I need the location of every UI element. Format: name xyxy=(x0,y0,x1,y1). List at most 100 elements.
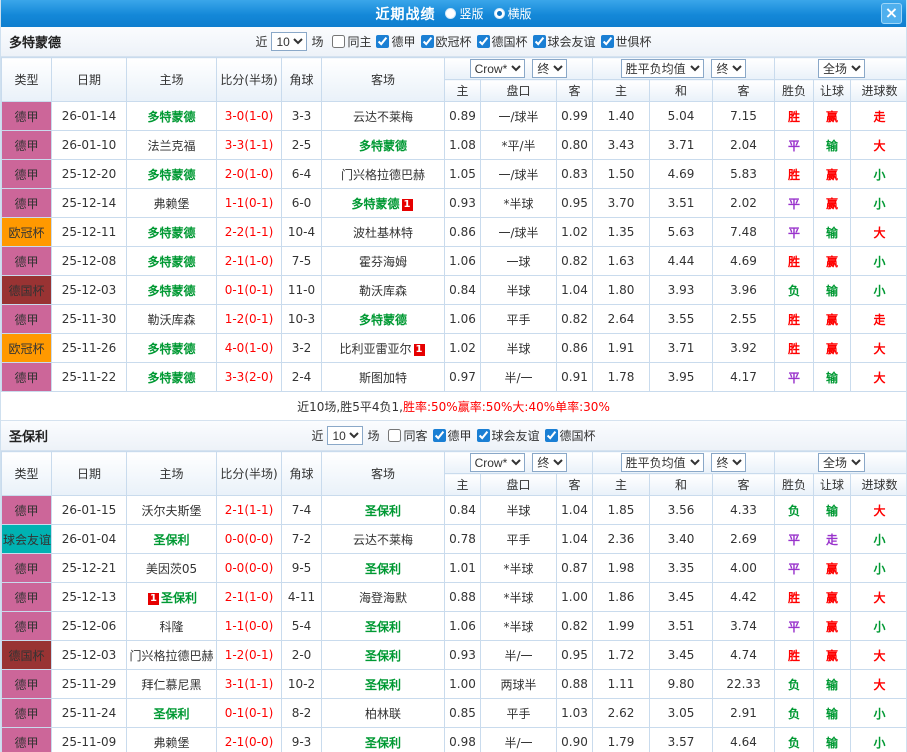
filter-checkbox[interactable] xyxy=(476,34,490,48)
odds-away-cell: 1.03 xyxy=(555,698,594,728)
avg-group-header: 胜平负均值 终 xyxy=(592,57,776,80)
home-team-cell: 拜仁慕尼黑 xyxy=(126,669,217,699)
filter-option-label: 球会友谊 xyxy=(547,34,596,49)
summary-segment: 单率:30% xyxy=(555,399,610,414)
filter-option[interactable]: 德甲 xyxy=(432,427,472,444)
away-team-cell: 多特蒙德 xyxy=(321,130,445,160)
avg-stage-select[interactable]: 终 xyxy=(711,59,747,78)
col-away: 客场 xyxy=(321,451,445,496)
avg-away-cell: 4.17 xyxy=(712,362,776,392)
section-header: 多特蒙德 近 10 场 同主 德甲 欧冠杯 德国杯 球会友谊 世俱杯 xyxy=(1,27,906,57)
fullmatch-select[interactable]: 全场 xyxy=(818,59,866,78)
odds-away-cell: 0.99 xyxy=(555,101,594,131)
handicap-cell: 半/一 xyxy=(480,640,557,670)
result-goals-cell: 小 xyxy=(850,553,906,583)
result-goals-cell: 小 xyxy=(850,188,906,218)
filter-option[interactable]: 欧冠杯 xyxy=(420,33,472,50)
handicap-cell: 一/球半 xyxy=(480,159,557,189)
odds-stage-select[interactable]: 终 xyxy=(532,59,568,78)
fullmatch-select[interactable]: 全场 xyxy=(818,453,866,472)
result-handicap-cell: 输 xyxy=(813,217,852,247)
filter-checkbox[interactable] xyxy=(544,428,558,442)
avg-odds-select[interactable]: 胜平负均值 xyxy=(620,59,704,78)
layout-option[interactable]: 横版 xyxy=(493,5,532,22)
summary-segment: 大:40% xyxy=(512,399,556,414)
result-wdl-cell: 负 xyxy=(774,495,815,525)
filter-checkbox[interactable] xyxy=(376,34,390,48)
handicap-cell: 一/球半 xyxy=(480,101,557,131)
date-cell: 25-12-06 xyxy=(51,611,127,641)
close-button[interactable]: × xyxy=(881,3,902,24)
home-team-cell: 多特蒙德 xyxy=(126,217,217,247)
date-cell: 25-11-26 xyxy=(51,333,127,363)
table-header-row-groups: 类型 日期 主场 比分(半场) 角球 客场 Crow* 终 胜平负均值 终 全场 xyxy=(1,57,906,102)
score-cell: 2-1(0-0) xyxy=(216,727,282,752)
filter-checkbox[interactable] xyxy=(332,34,346,48)
date-cell: 26-01-14 xyxy=(51,101,127,131)
handicap-cell: 一球 xyxy=(480,246,557,276)
date-cell: 25-11-24 xyxy=(51,698,127,728)
layout-option[interactable]: 竖版 xyxy=(445,5,484,22)
league-type-cell: 德甲 xyxy=(1,698,52,728)
match-row: 德甲 25-12-20 多特蒙德 2-0(1-0) 6-4 门兴格拉德巴赫 1.05 一/球半… xyxy=(1,159,906,189)
near-label: 近 xyxy=(311,429,324,443)
radio-icon[interactable] xyxy=(445,8,457,19)
bookmaker-select[interactable]: Crow* xyxy=(469,59,525,78)
filter-checkbox[interactable] xyxy=(600,34,614,48)
filter-option[interactable]: 德国杯 xyxy=(476,33,528,50)
filter-checkbox[interactable] xyxy=(432,428,446,442)
avg-odds-select[interactable]: 胜平负均值 xyxy=(620,453,704,472)
filter-option[interactable]: 同主 xyxy=(332,33,371,50)
match-row: 欧冠杯 25-12-11 多特蒙德 2-2(1-1) 10-4 波杜基林特 0.86 一/球半… xyxy=(1,217,906,247)
avg-stage-select[interactable]: 终 xyxy=(711,453,747,472)
col-corner: 角球 xyxy=(281,451,322,496)
avg-away-cell: 3.74 xyxy=(712,611,776,641)
odds-stage-select[interactable]: 终 xyxy=(532,453,568,472)
odds-home-cell: 0.98 xyxy=(444,727,481,752)
match-count-select[interactable]: 10 xyxy=(271,32,308,51)
odds-away-cell: 0.86 xyxy=(555,333,594,363)
date-cell: 25-11-29 xyxy=(51,669,127,699)
col-date: 日期 xyxy=(51,451,127,496)
odds-home-cell: 0.84 xyxy=(444,495,481,525)
filter-checkbox[interactable] xyxy=(420,34,434,48)
filter-option[interactable]: 世俱杯 xyxy=(600,33,652,50)
filter-option[interactable]: 球会友谊 xyxy=(476,427,540,444)
filter-option[interactable]: 德国杯 xyxy=(544,427,596,444)
filter-checkbox[interactable] xyxy=(476,428,490,442)
corner-cell: 9-3 xyxy=(281,727,322,752)
away-team-name: 圣保利 xyxy=(364,735,401,750)
result-group-header: 全场 xyxy=(774,451,906,474)
red-card-badge: 1 xyxy=(401,198,413,211)
filter-option-label: 欧冠杯 xyxy=(435,34,472,49)
avg-home-cell: 2.62 xyxy=(592,698,651,728)
filter-checkbox-group: 同主 德甲 欧冠杯 德国杯 球会友谊 世俱杯 xyxy=(327,33,652,51)
result-goals-cell: 小 xyxy=(850,246,906,276)
radio-icon[interactable] xyxy=(493,8,505,19)
result-handicap-cell: 赢 xyxy=(813,553,852,583)
home-team-name: 圣保利 xyxy=(153,706,190,721)
bookmaker-select[interactable]: Crow* xyxy=(469,453,525,472)
filter-option[interactable]: 德甲 xyxy=(376,33,416,50)
avg-home-cell: 1.72 xyxy=(592,640,651,670)
odds-home-cell: 0.88 xyxy=(444,582,481,612)
result-wdl-cell: 胜 xyxy=(774,640,815,670)
table-header-row-groups: 类型 日期 主场 比分(半场) 角球 客场 Crow* 终 胜平负均值 终 全场 xyxy=(1,451,906,496)
league-type-cell: 德甲 xyxy=(1,582,52,612)
result-wdl-cell: 负 xyxy=(774,698,815,728)
odds-away-cell: 0.90 xyxy=(555,727,594,752)
away-team-name: 圣保利 xyxy=(364,648,401,663)
match-row: 德甲 26-01-14 多特蒙德 3-0(1-0) 3-3 云达不莱梅 0.89 一/球半 0.… xyxy=(1,101,906,131)
result-handicap-cell: 赢 xyxy=(813,159,852,189)
filter-checkbox[interactable] xyxy=(532,34,546,48)
result-goals-cell: 小 xyxy=(850,727,906,752)
avg-draw-cell: 3.71 xyxy=(649,130,714,160)
league-type-cell: 德甲 xyxy=(1,727,52,752)
match-count-select[interactable]: 10 xyxy=(327,426,364,445)
result-goals-cell: 小 xyxy=(850,524,906,554)
corner-cell: 4-11 xyxy=(281,582,322,612)
filter-checkbox[interactable] xyxy=(388,428,402,442)
avg-draw-cell: 3.45 xyxy=(649,640,714,670)
filter-option[interactable]: 球会友谊 xyxy=(532,33,596,50)
filter-option[interactable]: 同客 xyxy=(388,427,428,444)
